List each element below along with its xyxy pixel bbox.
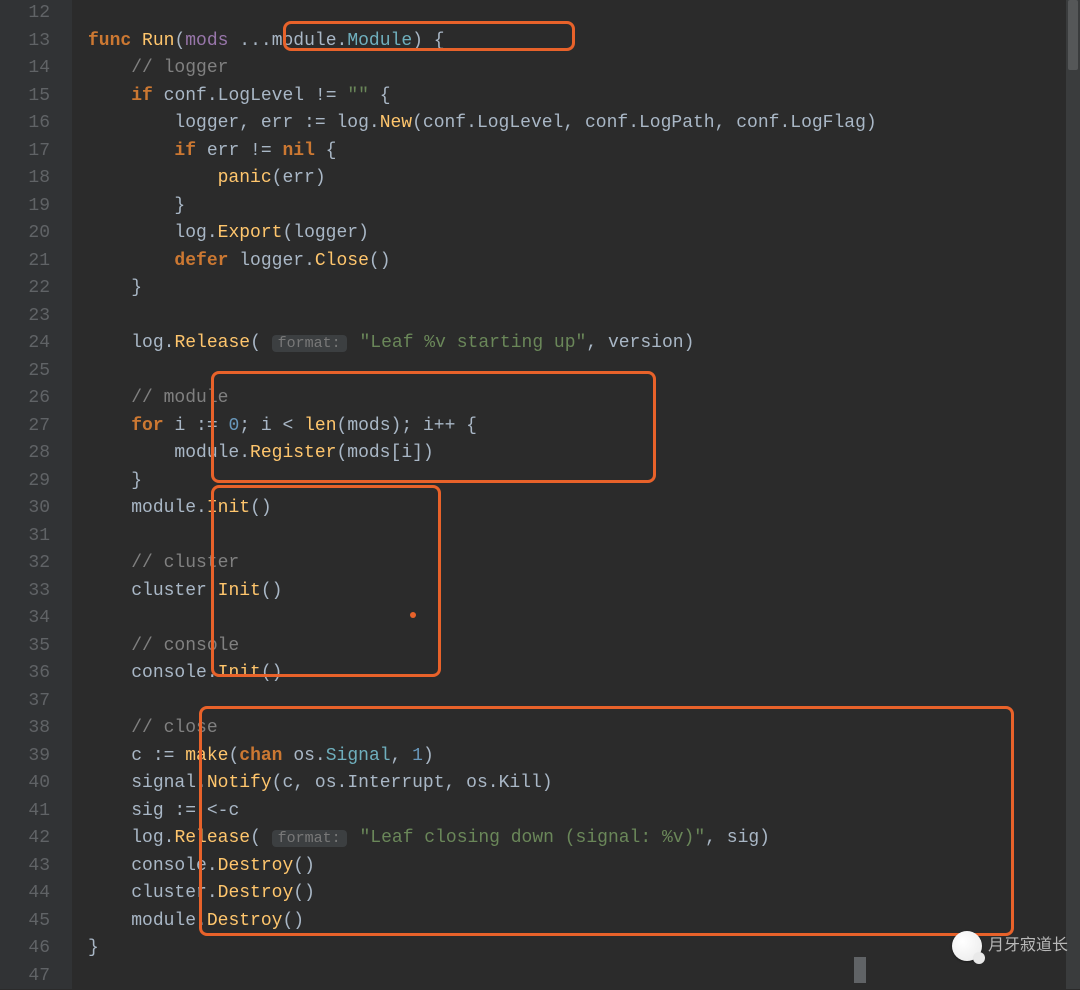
line-number: 24 (0, 330, 72, 358)
code-line[interactable]: } (88, 935, 1080, 963)
code-line[interactable]: logger, err := log.New(conf.LogLevel, co… (88, 110, 1080, 138)
code-line[interactable]: if err != nil { (88, 138, 1080, 166)
code-line[interactable]: log.Release( format: "Leaf %v starting u… (88, 330, 1080, 358)
line-number: 37 (0, 688, 72, 716)
code-line[interactable]: func Run(mods ...module.Module) { (88, 28, 1080, 56)
code-line[interactable] (88, 358, 1080, 386)
code-line[interactable] (88, 523, 1080, 551)
line-number: 45 (0, 908, 72, 936)
line-number: 21 (0, 248, 72, 276)
line-number: 43 (0, 853, 72, 881)
line-number: 38 (0, 715, 72, 743)
code-line[interactable]: } (88, 193, 1080, 221)
code-line[interactable]: module.Init() (88, 495, 1080, 523)
code-line[interactable]: // cluster (88, 550, 1080, 578)
line-number: 40 (0, 770, 72, 798)
code-line[interactable]: log.Export(logger) (88, 220, 1080, 248)
code-line[interactable] (88, 605, 1080, 633)
code-line[interactable]: defer logger.Close() (88, 248, 1080, 276)
code-line[interactable]: module.Destroy() (88, 908, 1080, 936)
code-line[interactable]: if conf.LogLevel != "" { (88, 83, 1080, 111)
scrollbar-thumb[interactable] (1068, 0, 1078, 70)
line-number: 15 (0, 83, 72, 111)
highlight-dot (410, 612, 416, 618)
vertical-scrollbar[interactable] (1066, 0, 1080, 989)
line-number-gutter: 1213141516171819202122232425262728293031… (0, 0, 72, 989)
watermark: 月牙寂道长 (952, 931, 1068, 961)
code-line[interactable]: // module (88, 385, 1080, 413)
wechat-icon (952, 931, 982, 961)
line-number: 27 (0, 413, 72, 441)
line-number: 41 (0, 798, 72, 826)
line-number: 28 (0, 440, 72, 468)
line-number: 34 (0, 605, 72, 633)
line-number: 19 (0, 193, 72, 221)
line-number: 23 (0, 303, 72, 331)
line-number: 30 (0, 495, 72, 523)
line-number: 36 (0, 660, 72, 688)
code-line[interactable] (88, 0, 1080, 28)
line-number: 46 (0, 935, 72, 963)
inline-param-hint: format: (272, 830, 347, 847)
line-number: 39 (0, 743, 72, 771)
line-number: 25 (0, 358, 72, 386)
code-line[interactable]: c := make(chan os.Signal, 1) (88, 743, 1080, 771)
line-number: 22 (0, 275, 72, 303)
line-number: 44 (0, 880, 72, 908)
line-number: 13 (0, 28, 72, 56)
code-line[interactable]: // logger (88, 55, 1080, 83)
line-number: 33 (0, 578, 72, 606)
line-number: 12 (0, 0, 72, 28)
line-number: 35 (0, 633, 72, 661)
line-number: 29 (0, 468, 72, 496)
line-number: 16 (0, 110, 72, 138)
fold-strip (72, 0, 84, 989)
line-number: 14 (0, 55, 72, 83)
line-number: 26 (0, 385, 72, 413)
code-line[interactable]: sig := <-c (88, 798, 1080, 826)
code-line[interactable]: console.Init() (88, 660, 1080, 688)
code-line[interactable]: } (88, 468, 1080, 496)
line-number: 32 (0, 550, 72, 578)
code-line[interactable]: } (88, 275, 1080, 303)
inline-param-hint: format: (272, 335, 347, 352)
code-line[interactable]: for i := 0; i < len(mods); i++ { (88, 413, 1080, 441)
code-line[interactable] (88, 303, 1080, 331)
code-line[interactable]: // close (88, 715, 1080, 743)
code-line[interactable]: log.Release( format: "Leaf closing down … (88, 825, 1080, 853)
code-line[interactable] (88, 963, 1080, 990)
code-line[interactable]: console.Destroy() (88, 853, 1080, 881)
watermark-text: 月牙寂道长 (988, 932, 1068, 960)
code-line[interactable]: signal.Notify(c, os.Interrupt, os.Kill) (88, 770, 1080, 798)
line-number: 31 (0, 523, 72, 551)
line-number: 17 (0, 138, 72, 166)
code-editor[interactable]: 1213141516171819202122232425262728293031… (0, 0, 1080, 989)
line-number: 20 (0, 220, 72, 248)
code-line[interactable]: module.Register(mods[i]) (88, 440, 1080, 468)
code-line[interactable]: panic(err) (88, 165, 1080, 193)
code-area[interactable]: func Run(mods ...module.Module) { // log… (84, 0, 1080, 989)
line-number: 47 (0, 963, 72, 990)
line-number: 42 (0, 825, 72, 853)
code-line[interactable]: cluster.Init() (88, 578, 1080, 606)
code-line[interactable]: // console (88, 633, 1080, 661)
line-number: 18 (0, 165, 72, 193)
code-line[interactable] (88, 688, 1080, 716)
code-line[interactable]: cluster.Destroy() (88, 880, 1080, 908)
